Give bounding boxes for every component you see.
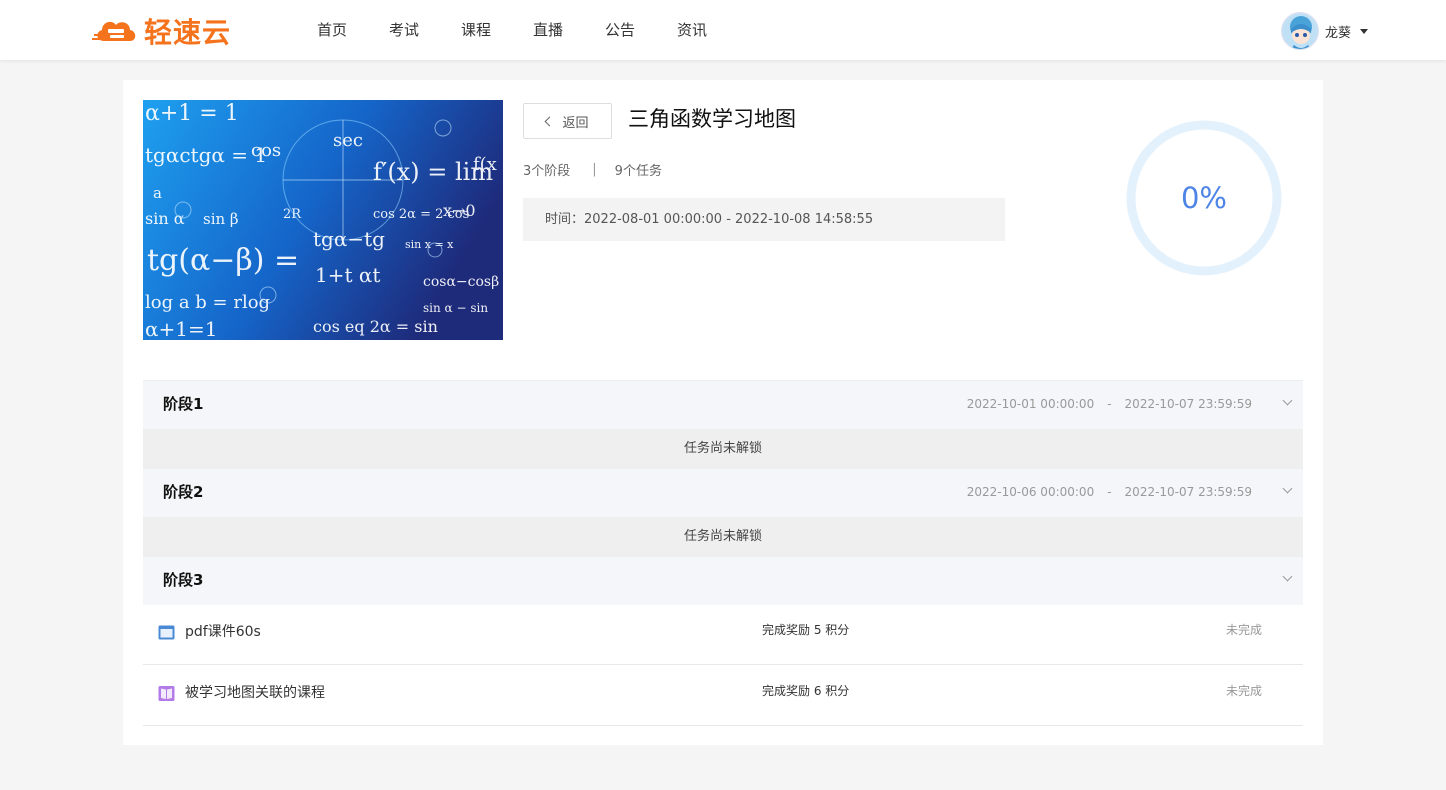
date-separator: -	[1107, 397, 1112, 411]
task-reward: 完成奖励 6 积分	[762, 684, 850, 698]
user-menu[interactable]: 龙葵	[1280, 11, 1368, 51]
page-title: 三角函数学习地图	[628, 107, 796, 131]
svg-text:cos 2α = 2 cos: cos 2α = 2 cos	[373, 207, 469, 222]
caret-down-icon[interactable]	[1360, 28, 1368, 34]
avatar[interactable]	[1280, 12, 1319, 50]
svg-text:f(x: f(x	[473, 154, 497, 175]
task-reward: 完成奖励 5 积分	[762, 623, 850, 637]
chevron-down-icon[interactable]	[1282, 571, 1293, 582]
tasks-count: 9个任务	[614, 164, 662, 179]
svg-text:tg(α−β) =: tg(α−β) =	[147, 243, 299, 278]
progress-percent: 0%	[1180, 181, 1227, 215]
nav-item-live[interactable]: 直播	[512, 0, 584, 60]
nav-item-home[interactable]: 首页	[296, 0, 368, 60]
nav-item-exam[interactable]: 考试	[368, 0, 440, 60]
svg-text:α+1 = 1: α+1 = 1	[145, 101, 239, 126]
date-separator: -	[1107, 485, 1112, 499]
meta-divider: |	[592, 162, 597, 177]
svg-text:cos eq 2α = sin: cos eq 2α = sin	[313, 317, 438, 336]
course-meta: 3个阶段 | 9个任务	[523, 160, 662, 179]
cover-image: α+1 = 1 tgαctgα = 1 cos a sin α sin β tg…	[143, 100, 503, 340]
task-status: 未完成	[1225, 623, 1262, 637]
task-row[interactable]: 被学习地图关联的课程 完成奖励 6 积分 未完成	[143, 665, 1303, 726]
stage-end: 2022-10-07 23:59:59	[1124, 397, 1252, 411]
top-header: 轻速云 首页 考试 课程 直播 公告 资讯 龙葵	[0, 0, 1446, 60]
locked-notice: 任务尚未解锁	[143, 429, 1303, 468]
locked-notice: 任务尚未解锁	[143, 517, 1303, 556]
stage-end: 2022-10-07 23:59:59	[1124, 485, 1252, 499]
stage-header[interactable]: 阶段2 2022-10-06 00:00:00-2022-10-07 23:59…	[143, 468, 1303, 517]
svg-text:sin β: sin β	[203, 210, 239, 228]
stage-header[interactable]: 阶段3	[143, 556, 1303, 605]
chevron-down-icon[interactable]	[1282, 395, 1293, 406]
svg-text:tgα−tg: tgα−tg	[313, 227, 385, 251]
nav-item-notice[interactable]: 公告	[584, 0, 656, 60]
svg-text:a: a	[153, 184, 162, 202]
time-range: 时间：2022-08-01 00:00:00 - 2022-10-08 14:5…	[523, 198, 1005, 241]
back-button-label: 返回	[562, 115, 589, 131]
svg-text:log a b = rlog: log a b = rlog	[145, 292, 270, 313]
chevron-left-icon	[545, 116, 555, 127]
logo-text: 轻速云	[144, 16, 232, 49]
svg-text:sin x = x: sin x = x	[405, 238, 454, 251]
task-status: 未完成	[1225, 684, 1262, 698]
stage-dates: 2022-10-06 00:00:00-2022-10-07 23:59:59	[967, 469, 1252, 516]
stages-count: 3个阶段	[523, 164, 571, 179]
nav-item-course[interactable]: 课程	[440, 0, 512, 60]
svg-text:tgαctgα = 1: tgαctgα = 1	[145, 143, 267, 167]
svg-text:2R: 2R	[283, 207, 302, 222]
svg-text:1+t αt: 1+t αt	[315, 263, 380, 287]
stage-name: 阶段2	[163, 483, 204, 501]
stage-name: 阶段1	[163, 395, 204, 413]
cloud-logo-icon	[92, 21, 136, 41]
book-icon	[158, 686, 175, 701]
logo[interactable]: 轻速云	[92, 14, 232, 49]
task-name: 被学习地图关联的课程	[185, 685, 325, 701]
stage-name: 阶段3	[163, 571, 204, 589]
back-button[interactable]: 返回	[523, 103, 612, 139]
main-nav: 首页 考试 课程 直播 公告 资讯	[296, 0, 728, 60]
svg-text:α+1=1: α+1=1	[145, 317, 217, 340]
task-name: pdf课件60s	[185, 624, 261, 640]
folder-icon	[158, 625, 175, 640]
progress-ring: 0%	[1124, 118, 1284, 278]
svg-text:sec: sec	[333, 130, 363, 151]
chevron-down-icon[interactable]	[1282, 483, 1293, 494]
svg-text:sin α: sin α	[145, 209, 185, 228]
learning-map-card: α+1 = 1 tgαctgα = 1 cos a sin α sin β tg…	[123, 80, 1323, 745]
task-row[interactable]: pdf课件60s 完成奖励 5 积分 未完成	[143, 604, 1303, 665]
stage-dates: 2022-10-01 00:00:00-2022-10-07 23:59:59	[967, 381, 1252, 428]
svg-text:sin α − sin: sin α − sin	[423, 301, 488, 315]
stage-start: 2022-10-01 00:00:00	[966, 397, 1095, 411]
username: 龙葵	[1324, 25, 1351, 41]
stage-header[interactable]: 阶段1 2022-10-01 00:00:00-2022-10-07 23:59…	[143, 380, 1303, 429]
nav-item-news[interactable]: 资讯	[656, 0, 728, 60]
svg-text:cosα−cosβ: cosα−cosβ	[423, 274, 499, 290]
stage-start: 2022-10-06 00:00:00	[966, 485, 1095, 499]
svg-text:cos: cos	[251, 140, 281, 161]
